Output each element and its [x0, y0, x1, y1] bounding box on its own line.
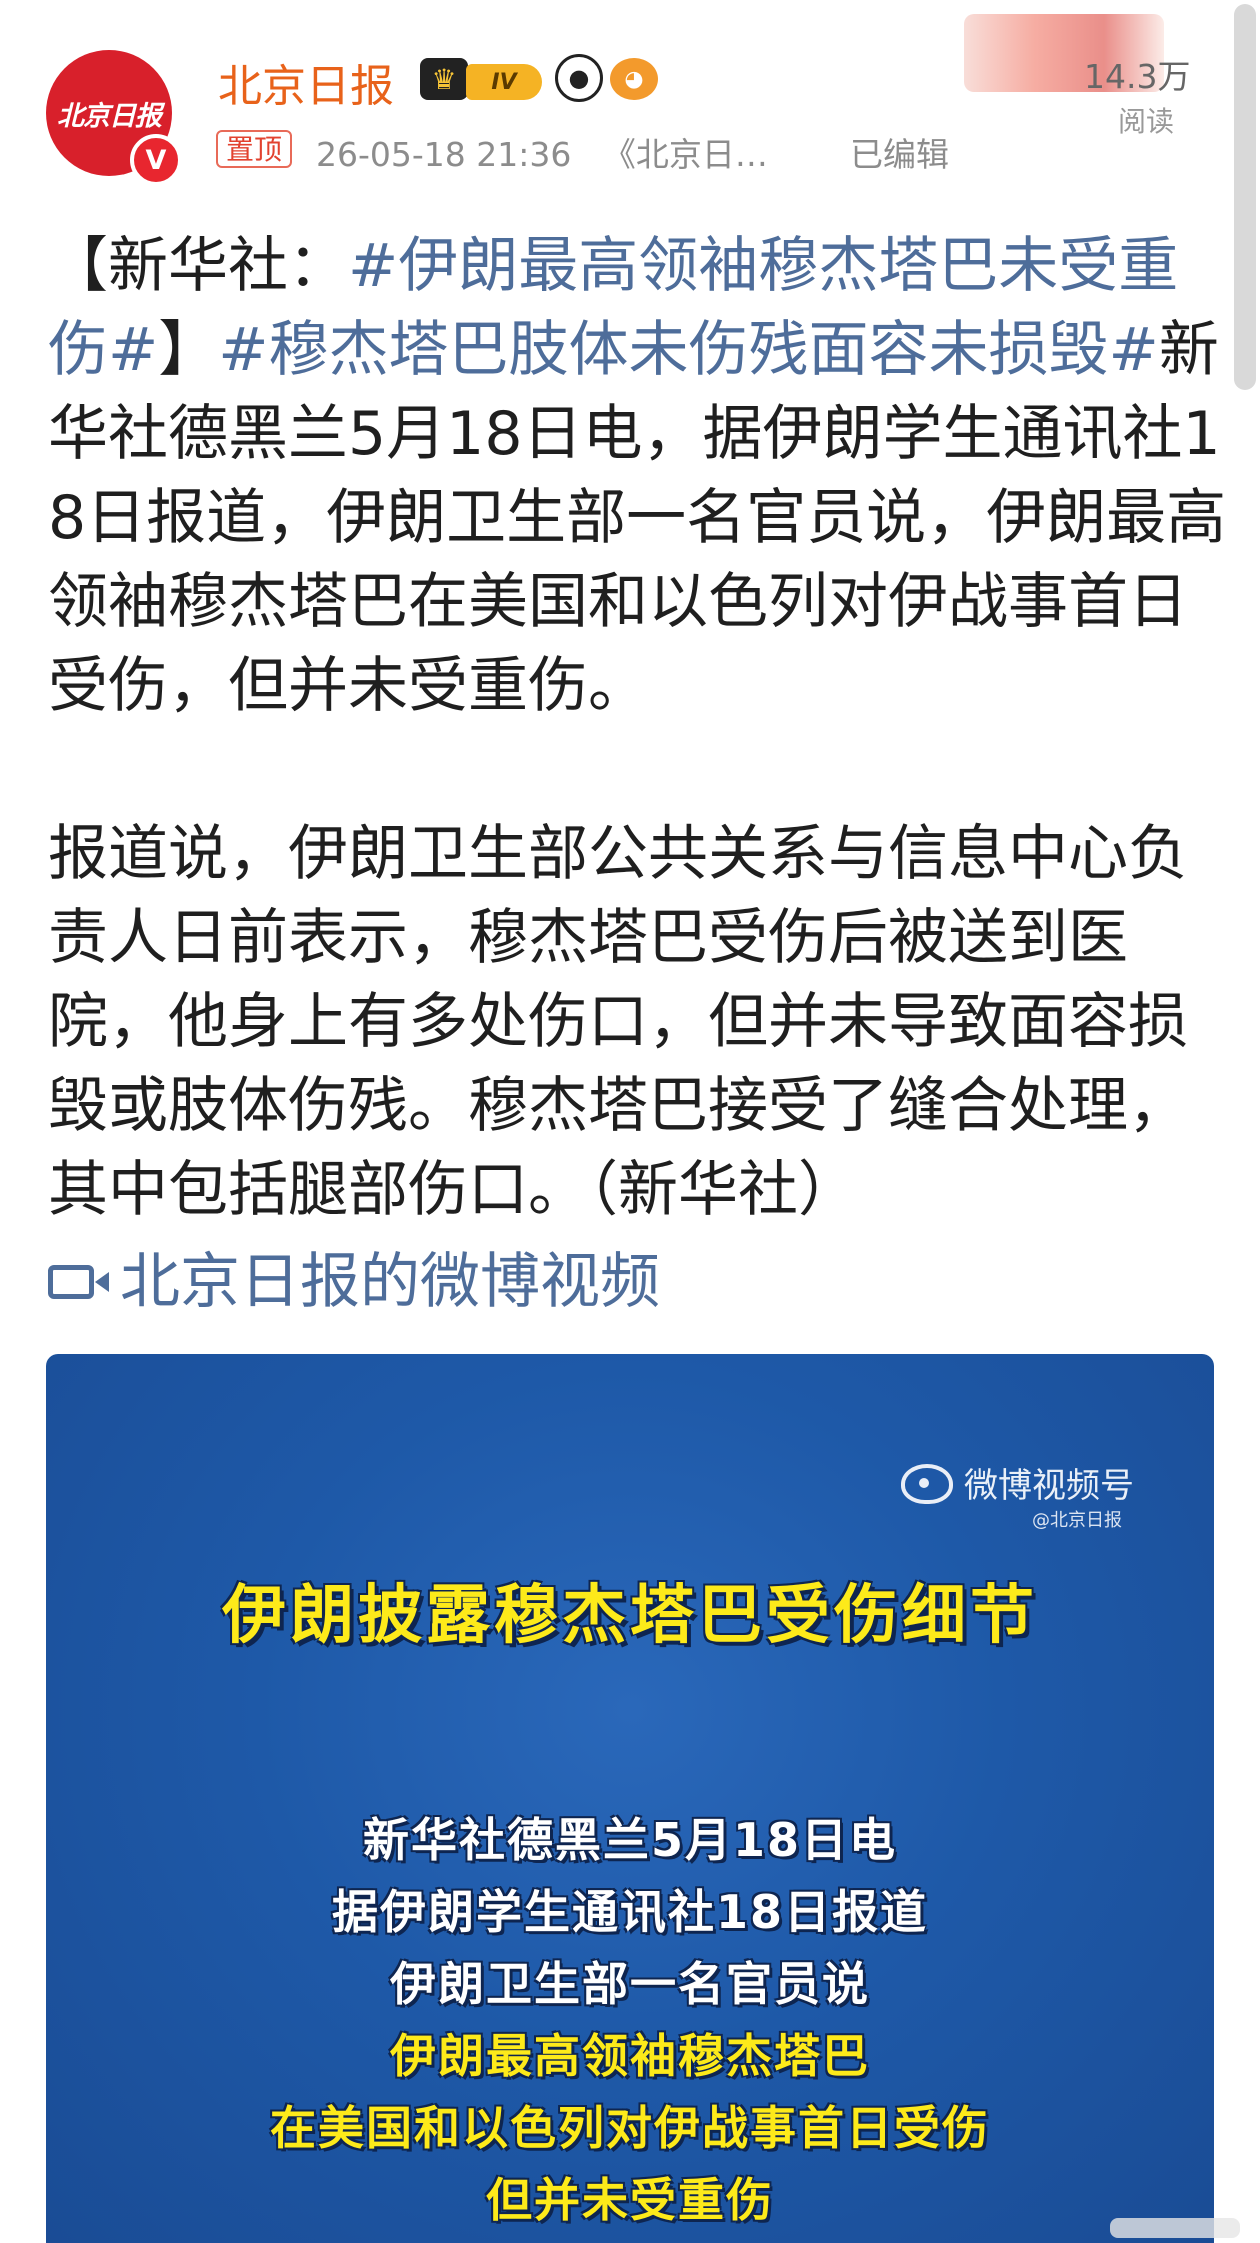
pinned-badge: 置顶 — [216, 130, 293, 168]
post-paragraph-1: 【新华社：#伊朗最高领袖穆杰塔巴未受重伤#】#穆杰塔巴肢体未伤残面容未损毁#新华… — [48, 224, 1228, 728]
video-caption: 新华社德黑兰5月18日电 据伊朗学生通讯社18日报道 伊朗卫生部一名官员说 伊朗… — [46, 1804, 1214, 2236]
post-paragraph-2: 报道说，伊朗卫生部公共关系与信息中心负责人日前表示，穆杰塔巴受伤后被送到医院，他… — [48, 819, 1188, 1225]
video-player[interactable]: 微博视频号 @北京日报 伊朗披露穆杰塔巴受伤细节 新华社德黑兰5月18日电 据伊… — [46, 1354, 1214, 2243]
post-body: 【新华社：#伊朗最高领袖穆杰塔巴未受重伤#】#穆杰塔巴肢体未伤残面容未损毁#新华… — [48, 224, 1228, 1232]
video-caption-line: 新华社德黑兰5月18日电 — [362, 1813, 898, 1867]
post-header: 北京日报 V 北京日报 ♛ IV ● ◕ 置顶 26-05-18 21:36 《… — [0, 0, 1260, 190]
video-channel-name: 微博视频号 — [964, 1466, 1134, 1506]
verified-icon: V — [130, 134, 182, 186]
level-badge[interactable]: IV — [466, 64, 542, 100]
watermark — [1110, 2218, 1240, 2238]
video-link[interactable]: 北京日报的微博视频 — [48, 1240, 660, 1324]
text-bracket: 】 — [158, 315, 219, 385]
video-caption-line: 但并未受重伤 — [486, 2173, 774, 2227]
weibo-logo-icon — [901, 1464, 953, 1504]
avatar-logo-text: 北京日报 — [57, 100, 162, 132]
account-name[interactable]: 北京日报 — [218, 50, 394, 114]
crown-icon: ♛ — [420, 58, 468, 100]
video-headline: 伊朗披露穆杰塔巴受伤细节 — [222, 1579, 1038, 1653]
post-meta: 26-05-18 21:36 《北京日… — [316, 128, 768, 176]
fish-icon: ◕ — [610, 58, 658, 100]
video-caption-line: 据伊朗学生通讯社18日报道 — [331, 1885, 928, 1939]
panda-icon: ● — [555, 54, 603, 102]
hashtag-link-2[interactable]: #穆杰塔巴肢体未伤残面容未损毁# — [218, 315, 1159, 385]
video-caption-line: 伊朗卫生部一名官员说 — [390, 1957, 870, 2011]
view-count-label: 阅读 — [1118, 105, 1175, 138]
video-link-label: 北京日报的微博视频 — [120, 1247, 660, 1317]
view-count: 14.3万 — [1084, 57, 1191, 96]
source-label[interactable]: 《北京日… — [603, 135, 768, 174]
video-camera-icon — [48, 1265, 109, 1299]
edited-label[interactable]: 已编辑 — [850, 128, 949, 176]
text-lead: 【新华社： — [48, 231, 348, 301]
video-caption-line: 在美国和以色列对伊战事首日受伤 — [270, 2101, 990, 2155]
video-channel-handle: @北京日报 — [1032, 1510, 1122, 1531]
scrollbar-thumb[interactable] — [1234, 4, 1256, 390]
timestamp: 26-05-18 21:36 — [316, 135, 572, 174]
video-caption-line: 伊朗最高领袖穆杰塔巴 — [390, 2029, 870, 2083]
